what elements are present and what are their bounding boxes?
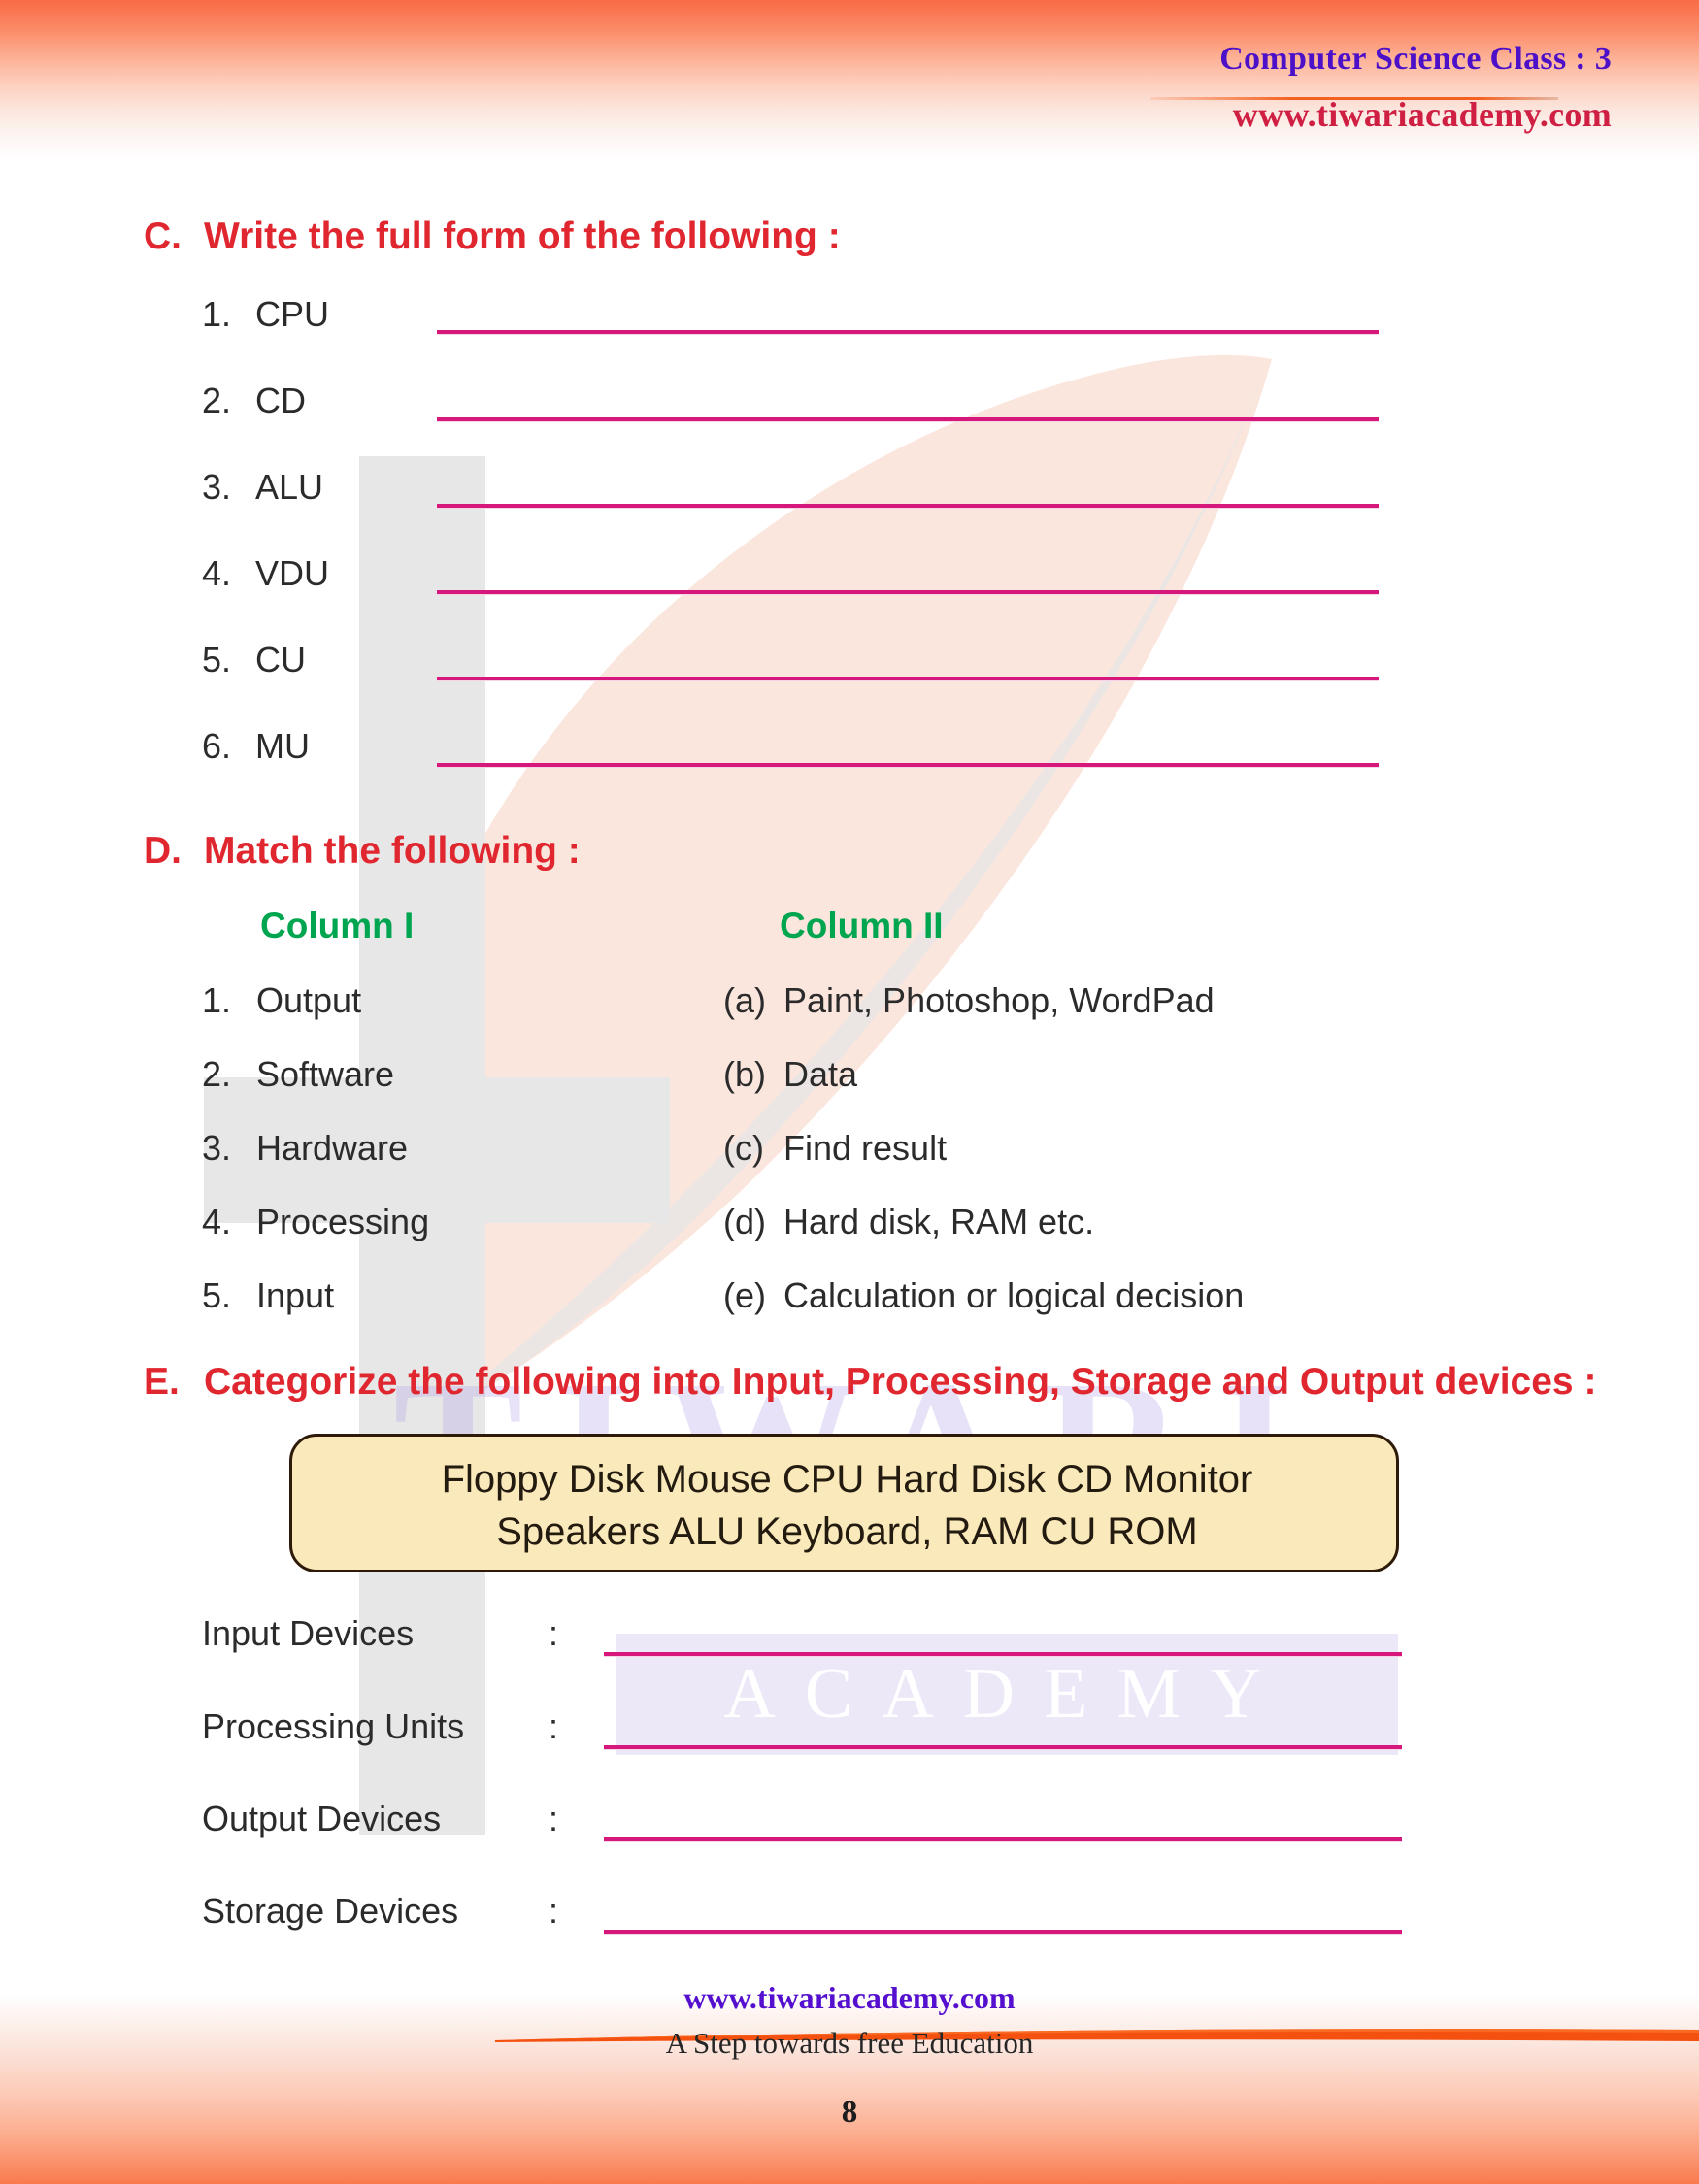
fullform-answer-line-2[interactable]: [437, 417, 1379, 422]
match-right-letter-b: (b): [723, 1054, 766, 1094]
fullform-label-6: MU: [255, 726, 310, 766]
word-bank-line-2: Speakers ALU Keyboard, RAM CU ROM: [496, 1510, 1198, 1553]
fullform-num-3: 3.: [202, 467, 232, 507]
fullform-answer-line-1[interactable]: [437, 330, 1379, 335]
fullform-answer-line-6[interactable]: [437, 763, 1379, 768]
footer-site-url[interactable]: www.tiwariacademy.com: [0, 1980, 1699, 2016]
match-left-1: 1. Output: [202, 980, 361, 1021]
fullform-item-2: 2. CD: [202, 381, 306, 421]
category-answer-line-output-devices[interactable]: [604, 1837, 1402, 1842]
fullform-label-5: CU: [255, 640, 306, 679]
section-e-letter: E.: [144, 1361, 180, 1403]
match-right-letter-c: (c): [723, 1128, 764, 1168]
word-bank-box: Floppy Disk Mouse CPU Hard Disk CD Monit…: [289, 1434, 1399, 1572]
category-colon-1: :: [549, 1613, 559, 1653]
fullform-item-5: 5. CU: [202, 640, 306, 680]
match-left-4: 4. Processing: [202, 1202, 429, 1242]
page-number: 8: [841, 2095, 858, 2130]
match-right-d: (d) Hard disk, RAM etc.: [723, 1202, 1094, 1242]
fullform-num-2: 2.: [202, 381, 232, 420]
fullform-answer-line-4[interactable]: [437, 590, 1379, 595]
match-left-label-1: Output: [256, 980, 362, 1020]
match-right-label-a: Paint, Photoshop, WordPad: [783, 980, 1215, 1020]
match-left-5: 5. Input: [202, 1275, 334, 1316]
fullform-label-4: VDU: [255, 553, 330, 593]
section-d-heading: D. Match the following :: [144, 830, 581, 873]
match-right-label-c: Find result: [783, 1128, 948, 1168]
category-colon-4: :: [549, 1891, 559, 1931]
section-d-title: Match the following :: [204, 830, 581, 872]
category-colon-3: :: [549, 1799, 559, 1838]
fullform-item-3: 3. ALU: [202, 467, 323, 508]
section-c-title: Write the full form of the following :: [204, 215, 841, 257]
match-left-3: 3. Hardware: [202, 1128, 408, 1169]
category-label-storage-devices: Storage Devices: [202, 1891, 459, 1931]
fullform-num-5: 5.: [202, 640, 232, 679]
fullform-answer-line-5[interactable]: [437, 677, 1379, 681]
fullform-label-2: CD: [255, 381, 306, 420]
footer-tagline: A Step towards free Education: [665, 2026, 1034, 2060]
match-left-label-3: Hardware: [256, 1128, 409, 1168]
fullform-num-1: 1.: [202, 294, 232, 334]
match-left-label-5: Input: [256, 1275, 335, 1315]
page-content: C. Write the full form of the following :…: [0, 0, 1699, 2184]
fullform-item-6: 6. MU: [202, 726, 310, 767]
section-e-heading: E. Categorize the following into Input, P…: [144, 1361, 1596, 1404]
match-left-label-2: Software: [256, 1054, 395, 1094]
match-left-label-4: Processing: [256, 1202, 430, 1241]
match-right-b: (b) Data: [723, 1054, 857, 1095]
category-answer-line-input-devices[interactable]: [604, 1652, 1402, 1657]
fullform-num-4: 4.: [202, 553, 232, 593]
match-left-num-2: 2.: [202, 1054, 232, 1094]
match-left-num-1: 1.: [202, 980, 232, 1020]
match-right-letter-d: (d): [723, 1202, 766, 1241]
fullform-label-1: CPU: [255, 294, 330, 334]
column-1-header: Column I: [260, 906, 415, 945]
category-label-output-devices: Output Devices: [202, 1799, 442, 1838]
match-right-label-e: Calculation or logical decision: [783, 1275, 1245, 1315]
category-label-processing-units: Processing Units: [202, 1706, 465, 1746]
match-right-e: (e) Calculation or logical decision: [723, 1275, 1244, 1316]
section-d-letter: D.: [144, 830, 182, 872]
match-right-a: (a) Paint, Photoshop, WordPad: [723, 980, 1215, 1021]
match-left-num-5: 5.: [202, 1275, 232, 1315]
category-colon-2: :: [549, 1706, 559, 1746]
section-e-title: Categorize the following into Input, Pro…: [204, 1361, 1597, 1403]
category-answer-line-storage-devices[interactable]: [604, 1930, 1402, 1935]
category-answer-line-processing-units[interactable]: [604, 1745, 1402, 1750]
section-c-heading: C. Write the full form of the following :: [144, 215, 841, 258]
fullform-item-4: 4. VDU: [202, 553, 329, 594]
column-2-header: Column II: [780, 906, 944, 945]
match-left-num-4: 4.: [202, 1202, 232, 1241]
fullform-answer-line-3[interactable]: [437, 504, 1379, 509]
match-right-letter-e: (e): [723, 1275, 766, 1315]
word-bank-line-1: Floppy Disk Mouse CPU Hard Disk CD Monit…: [441, 1458, 1253, 1501]
match-right-label-d: Hard disk, RAM etc.: [783, 1202, 1095, 1241]
section-c-letter: C.: [144, 215, 182, 257]
fullform-label-3: ALU: [255, 467, 324, 507]
match-right-c: (c) Find result: [723, 1128, 947, 1169]
match-right-letter-a: (a): [723, 980, 766, 1020]
category-label-input-devices: Input Devices: [202, 1613, 415, 1653]
fullform-item-1: 1. CPU: [202, 294, 329, 335]
match-right-label-b: Data: [783, 1054, 858, 1094]
match-left-2: 2. Software: [202, 1054, 394, 1095]
worksheet-page: TIWARI ACADEMY Computer Science Class : …: [0, 0, 1699, 2184]
fullform-num-6: 6.: [202, 726, 232, 766]
match-left-num-3: 3.: [202, 1128, 232, 1168]
